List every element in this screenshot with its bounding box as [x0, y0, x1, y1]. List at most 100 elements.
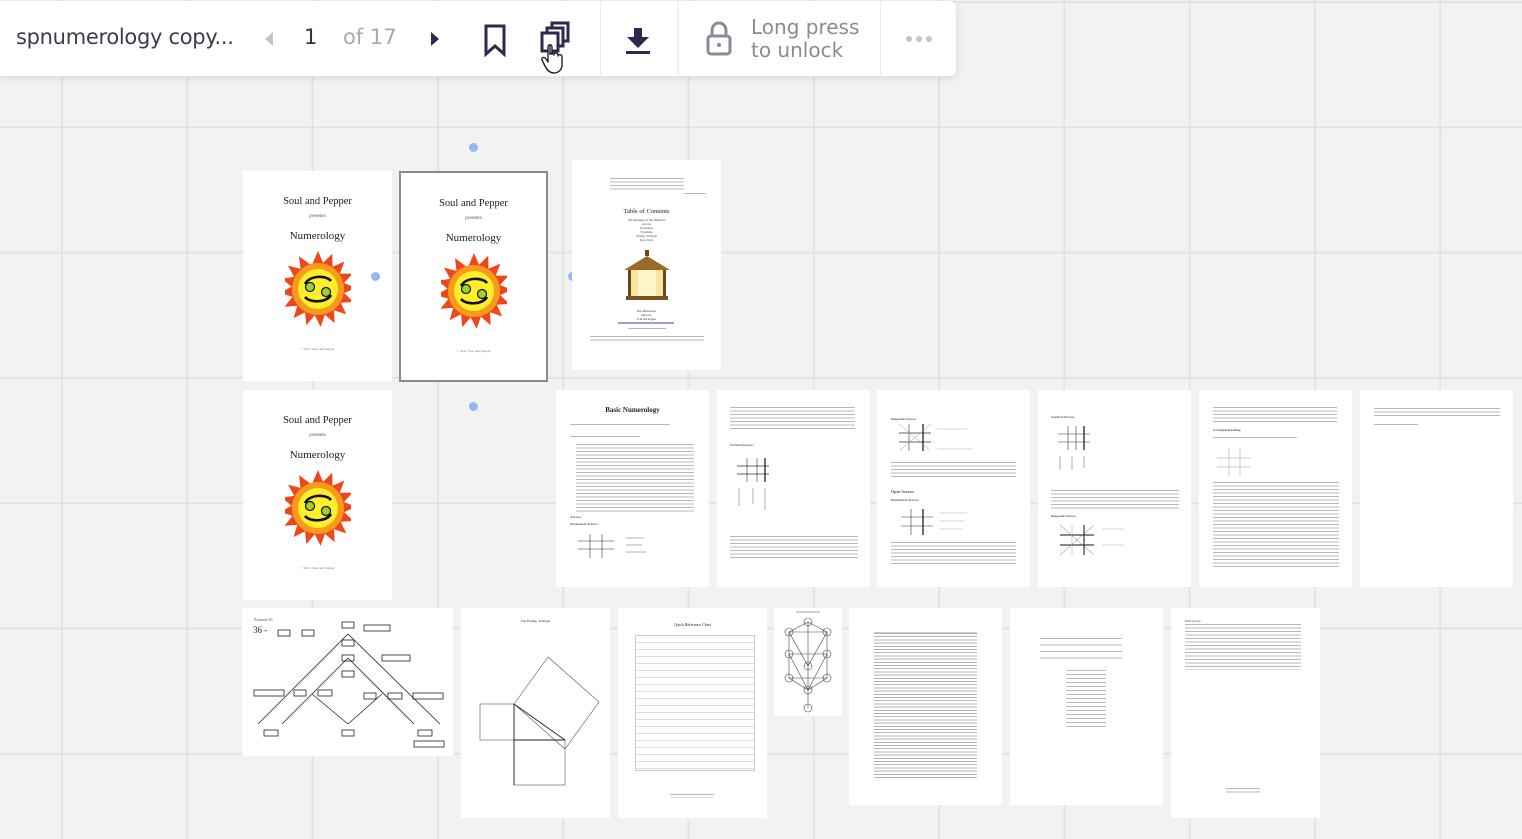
reference-table	[635, 635, 755, 771]
current-page-number[interactable]: 1	[304, 25, 317, 49]
body-text	[1213, 407, 1337, 423]
disclaimer-text	[590, 336, 704, 342]
footer-text	[670, 794, 714, 798]
letter-grid	[1040, 638, 1122, 664]
page-thumbnail-2[interactable]: Soul and Pepper presents Numerology © 20…	[399, 171, 548, 382]
cover-brand: Soul and Pepper	[283, 196, 352, 207]
more-options-button[interactable]	[903, 29, 935, 49]
intro-signature	[684, 193, 706, 195]
body-text	[730, 536, 858, 558]
diagonal-arrows-diagram	[898, 423, 973, 452]
page-thumbnail-12[interactable]: The Pythag. Triangle	[461, 608, 610, 818]
page-thumbnail-1[interactable]: Soul and Pepper presents Numerology © 20…	[243, 171, 392, 381]
body-text	[1213, 437, 1297, 439]
subhead: Horizontal Arrows	[570, 522, 599, 526]
cover-copyright: © 2011 Soul and Pepper	[300, 566, 335, 570]
document-title: spnumerology copy...	[16, 25, 234, 49]
page-thumbnail-9[interactable]: A Sample Reading	[1199, 390, 1352, 587]
subhead: Horizontal Arrows	[891, 498, 920, 502]
number-list	[1066, 670, 1106, 730]
data-table	[874, 632, 977, 780]
bullet-list	[576, 444, 694, 512]
body-text	[570, 436, 640, 438]
pyramid-diagram	[253, 621, 445, 748]
horizontal-arrows-diagram	[901, 509, 967, 535]
bookmark-icon	[484, 24, 506, 58]
pages-stack-icon	[540, 21, 570, 74]
cover-presents: presents	[309, 214, 326, 219]
toc-item: Tarot Keys	[639, 238, 654, 242]
contact-company: Soul and Pepper	[636, 316, 657, 321]
body-text	[1213, 482, 1339, 568]
page-heading: Bibliography	[1185, 619, 1201, 623]
more-horizontal-icon	[906, 36, 932, 42]
chevron-right-icon	[431, 32, 439, 46]
page-thumbnail-14[interactable]	[774, 608, 842, 716]
page-thumbnail-8[interactable]: Vertical Arrows Diagonal Arrows	[1038, 390, 1191, 587]
subhead: Vertical Arrows	[1051, 415, 1075, 419]
selection-handle-top[interactable]	[469, 143, 478, 152]
body-text	[891, 542, 1016, 564]
page-thumbnail-15[interactable]	[849, 608, 1002, 805]
page-count-label: of 17	[343, 25, 397, 49]
body-text	[1051, 490, 1179, 510]
download-icon	[626, 28, 650, 54]
previous-page-button[interactable]	[262, 29, 276, 49]
toc-list: The Meaning of the Numbers Arrows Worksh…	[572, 218, 721, 242]
triangle-diagram	[479, 656, 600, 786]
body-text	[1374, 408, 1500, 418]
vertical-arrows-diagram	[737, 458, 769, 510]
contact-phone	[628, 328, 666, 330]
intro-text	[610, 178, 684, 192]
sample-grid-diagram	[1217, 448, 1251, 476]
sun-logo-icon	[285, 470, 351, 546]
page-thumbnail-10[interactable]	[1360, 390, 1513, 587]
subhead: Vertical Arrows	[730, 443, 754, 447]
toolbar-divider	[880, 1, 881, 76]
cover-copyright: © 2011 Soul and Pepper	[456, 349, 491, 353]
page-heading: Quick Reference Chart	[674, 622, 711, 627]
subhead: Open Arrows	[891, 489, 914, 494]
page-thumbnail-6[interactable]: Vertical Arrows	[717, 390, 870, 587]
page-thumbnail-3[interactable]: Table of Contents The Meaning of the Num…	[572, 160, 721, 370]
sun-logo-icon	[441, 253, 507, 329]
subhead: Arrows	[570, 515, 582, 519]
body-text	[730, 407, 855, 431]
subhead: Diagonal Arrows	[891, 417, 917, 421]
body-text	[891, 462, 1016, 478]
page-thumbnail-17[interactable]: Bibliography	[1171, 608, 1320, 818]
body-text	[1374, 424, 1418, 426]
unlock-label-line1: Long press	[751, 15, 860, 39]
cover-brand: Soul and Pepper	[283, 415, 352, 426]
page-thumbnail-7[interactable]: Diagonal Arrows Open Arrows Horizontal A…	[877, 390, 1030, 587]
page-overview-button[interactable]	[536, 19, 576, 75]
pdf-toolbar: spnumerology copy... 1 of 17 Long press …	[0, 1, 956, 76]
download-button[interactable]	[622, 23, 654, 57]
cover-title: Numerology	[289, 230, 346, 242]
toolbar-divider	[600, 1, 601, 76]
sun-logo-icon	[285, 251, 351, 327]
page-thumbnail-11[interactable]: Pyramid 36 36 -	[242, 608, 453, 756]
next-page-button[interactable]	[428, 29, 442, 49]
cover-copyright: © 2011 Soul and Pepper	[300, 347, 335, 351]
chevron-left-icon	[265, 32, 273, 46]
footer-text	[1226, 788, 1260, 793]
contact-email-link	[618, 322, 674, 324]
bibliography-list	[1185, 624, 1301, 670]
page-thumbnail-13[interactable]: Quick Reference Chart	[618, 608, 767, 818]
unlock-label-line2: to unlock	[751, 38, 844, 62]
page-thumbnail-16[interactable]	[1010, 608, 1163, 805]
unlock-label: Long press to unlock	[751, 16, 859, 62]
selection-handle-bottom[interactable]	[469, 402, 478, 411]
contact-block: Kira Henderson Director Soul and Pepper	[572, 309, 721, 321]
cover-brand: Soul and Pepper	[439, 198, 508, 209]
cover-presents: presents	[465, 216, 482, 221]
page-thumbnail-5[interactable]: Basic Numerology Arrows Horizontal Arrow…	[556, 390, 709, 587]
selection-handle-left[interactable]	[371, 272, 380, 281]
page-heading: Basic Numerology	[605, 406, 660, 414]
long-press-unlock-button[interactable]: Long press to unlock	[679, 1, 879, 76]
bookmark-button[interactable]	[480, 23, 510, 58]
lantern-illustration-icon	[624, 250, 670, 300]
page-thumbnail-4[interactable]: Soul and Pepper presents Numerology © 20…	[243, 390, 392, 600]
toc-heading: Table of Contents	[623, 208, 670, 215]
